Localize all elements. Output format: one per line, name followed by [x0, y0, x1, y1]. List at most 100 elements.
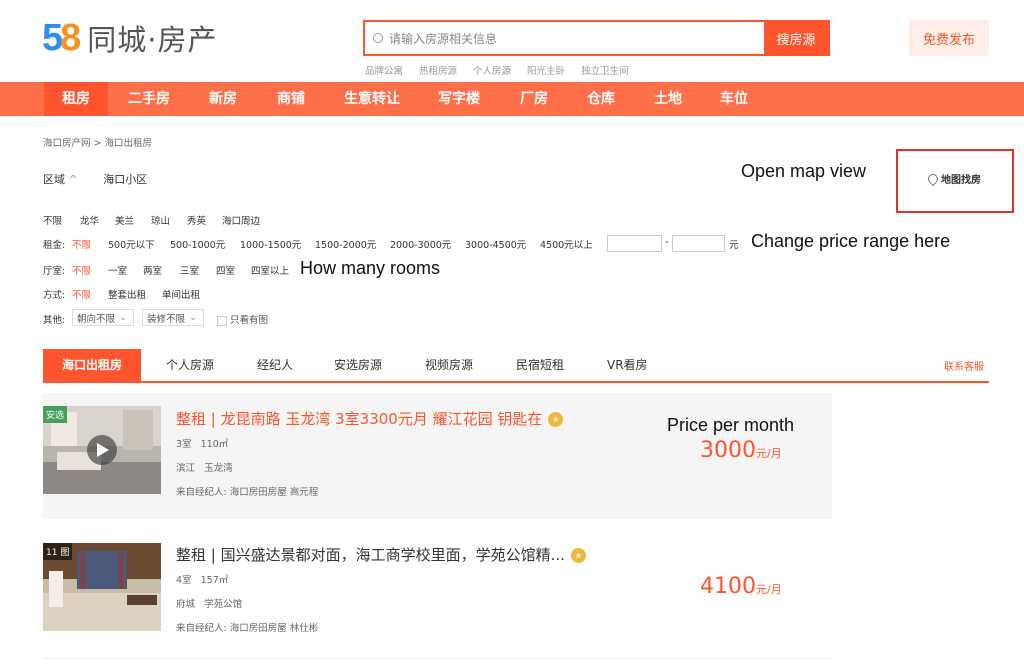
logo-text: 同城·房产: [87, 23, 218, 57]
tab-personal[interactable]: 个人房源: [166, 349, 214, 381]
other-label: 其他:: [43, 315, 66, 326]
listing-card[interactable]: 11 图 整租 | 国兴盛达景都对面，海工商学校里面，学苑公馆精... ★ 4室 …: [43, 530, 832, 656]
rent-option[interactable]: 500元以下: [108, 237, 155, 251]
nav-item-new-home[interactable]: 新房: [209, 82, 237, 116]
listing-agent[interactable]: 来自经纪人: 海口房田房屋 高元程: [176, 484, 318, 498]
search-bar: 请输入房源相关信息 搜房源: [363, 20, 830, 56]
area-filter-header: 区域 ^ 海口小区: [43, 171, 147, 187]
listing-community[interactable]: 学苑公馆: [204, 599, 242, 610]
hot-link[interactable]: 热租房源: [419, 63, 457, 77]
price-range-dash: -: [665, 237, 669, 248]
publish-button[interactable]: 免费发布: [909, 20, 989, 56]
listing-title-text: 整租 | 龙昆南路 玉龙湾 3室3300元月 耀江花园 钥匙在: [176, 410, 543, 428]
rent-label: 租金:: [43, 240, 66, 251]
listing-district[interactable]: 府城: [176, 599, 195, 610]
hot-link[interactable]: 品牌公寓: [365, 63, 403, 77]
rent-option[interactable]: 4500元以上: [540, 237, 593, 251]
hot-link[interactable]: 个人房源: [473, 63, 511, 77]
annotation-per-month: Price per month: [667, 415, 795, 435]
nav-item-business-transfer[interactable]: 生意转让: [344, 82, 400, 116]
room-option[interactable]: 两室: [143, 263, 162, 277]
listing-location: 府城 学苑公馆: [176, 596, 242, 610]
listing-district[interactable]: 滨江: [176, 463, 195, 474]
tab-selected[interactable]: 安选房源: [334, 349, 382, 381]
listing-community[interactable]: 玉龙湾: [204, 463, 233, 474]
nav-item-shop[interactable]: 商铺: [277, 82, 305, 116]
method-option[interactable]: 单间出租: [162, 287, 200, 301]
district-option[interactable]: 海口周边: [222, 213, 260, 227]
nav-item-parking[interactable]: 车位: [720, 82, 748, 116]
nav-item-factory[interactable]: 厂房: [520, 82, 548, 116]
listing-card[interactable]: 安选 整租 | 龙昆南路 玉龙湾 3室3300元月 耀江花园 钥匙在 ★ 3室 1…: [43, 393, 832, 519]
hot-link[interactable]: 阳光主卧: [527, 63, 565, 77]
area-tab[interactable]: 区域 ^: [43, 173, 78, 186]
search-icon: [373, 33, 383, 43]
rent-option[interactable]: 1500-2000元: [315, 237, 376, 251]
district-option[interactable]: 琼山: [151, 213, 170, 227]
listing-size: 4室 157㎡: [176, 572, 228, 586]
search-button[interactable]: 搜房源: [764, 22, 828, 54]
rent-option[interactable]: 1000-1500元: [240, 237, 301, 251]
contact-service-link[interactable]: 联系客服: [944, 358, 984, 373]
nav-item-warehouse[interactable]: 仓库: [587, 82, 615, 116]
listing-area: 157㎡: [200, 575, 229, 586]
checkbox-icon: [217, 315, 227, 326]
listing-title[interactable]: 整租 | 国兴盛达景都对面，海工商学校里面，学苑公馆精... ★: [176, 544, 586, 565]
room-option[interactable]: 四室: [216, 263, 235, 277]
listing-thumbnail[interactable]: 安选: [43, 406, 161, 494]
only-pics-checkbox[interactable]: 只看有图: [217, 312, 268, 326]
room-option[interactable]: 三室: [180, 263, 199, 277]
tab-video[interactable]: 视频房源: [425, 349, 473, 381]
max-price-input[interactable]: [672, 235, 725, 252]
tab-short-stay[interactable]: 民宿短租: [516, 349, 564, 381]
price-unit: 元/月: [756, 447, 782, 460]
district-option[interactable]: 秀英: [187, 213, 206, 227]
rent-option[interactable]: 3000-4500元: [465, 237, 526, 251]
tab-haikou-rent[interactable]: 海口出租房: [43, 349, 142, 381]
room-option[interactable]: 不限: [72, 263, 91, 277]
community-tab[interactable]: 海口小区: [103, 173, 147, 186]
nav-item-land[interactable]: 土地: [654, 82, 682, 116]
listing-agent[interactable]: 来自经纪人: 海口房田房屋 林仕彬: [176, 620, 318, 634]
room-option[interactable]: 一室: [108, 263, 127, 277]
hot-link[interactable]: 独立卫生间: [581, 63, 629, 77]
photo-count-badge: 11 图: [43, 543, 73, 560]
nav-item-office[interactable]: 写字楼: [438, 82, 480, 116]
breadcrumb[interactable]: 海口房产网 > 海口出租房: [43, 135, 152, 149]
district-option[interactable]: 龙华: [80, 213, 99, 227]
price-value: 4100: [700, 574, 756, 599]
map-pin-icon: [925, 171, 941, 186]
map-search-button[interactable]: 地图找房: [925, 171, 981, 186]
method-option[interactable]: 不限: [72, 287, 91, 301]
orientation-select[interactable]: 朝向不限 ⌄: [72, 309, 134, 326]
map-search-label: 地图找房: [941, 175, 981, 186]
list-divider: [43, 658, 832, 659]
search-input[interactable]: 请输入房源相关信息: [365, 22, 764, 54]
listing-thumbnail[interactable]: 11 图: [43, 543, 161, 631]
min-price-input[interactable]: [607, 235, 662, 252]
listing-price: 3000元/月: [700, 438, 782, 463]
nav-item-second-hand[interactable]: 二手房: [128, 82, 170, 116]
room-option[interactable]: 四室以上: [251, 263, 289, 277]
listing-title[interactable]: 整租 | 龙昆南路 玉龙湾 3室3300元月 耀江花园 钥匙在 ★: [176, 408, 564, 429]
district-any[interactable]: 不限: [43, 213, 62, 227]
listing-area: 110㎡: [200, 439, 229, 450]
decor-select[interactable]: 装修不限 ⌄: [142, 309, 204, 326]
price-unit: 元: [729, 240, 739, 251]
chevron-down-icon: ⌄: [189, 312, 197, 323]
rent-option[interactable]: 不限: [72, 237, 91, 251]
nav-item-rent[interactable]: 租房: [44, 82, 108, 116]
listing-location: 滨江 玉龙湾: [176, 460, 233, 474]
decor-value: 装修不限: [147, 313, 186, 325]
listing-rooms: 3室: [176, 439, 192, 450]
premium-badge-icon: ★: [570, 548, 586, 563]
tab-vr[interactable]: VR看房: [607, 349, 648, 381]
annotation-rooms: How many rooms: [300, 258, 441, 278]
annotation-price: Change price range here: [751, 231, 951, 251]
tab-agent[interactable]: 经纪人: [257, 349, 293, 381]
rent-option[interactable]: 2000-3000元: [390, 237, 451, 251]
district-option[interactable]: 美兰: [115, 213, 134, 227]
rent-option[interactable]: 500-1000元: [170, 237, 225, 251]
site-logo[interactable]: 58 同城·房产: [42, 17, 218, 59]
method-option[interactable]: 整套出租: [108, 287, 146, 301]
